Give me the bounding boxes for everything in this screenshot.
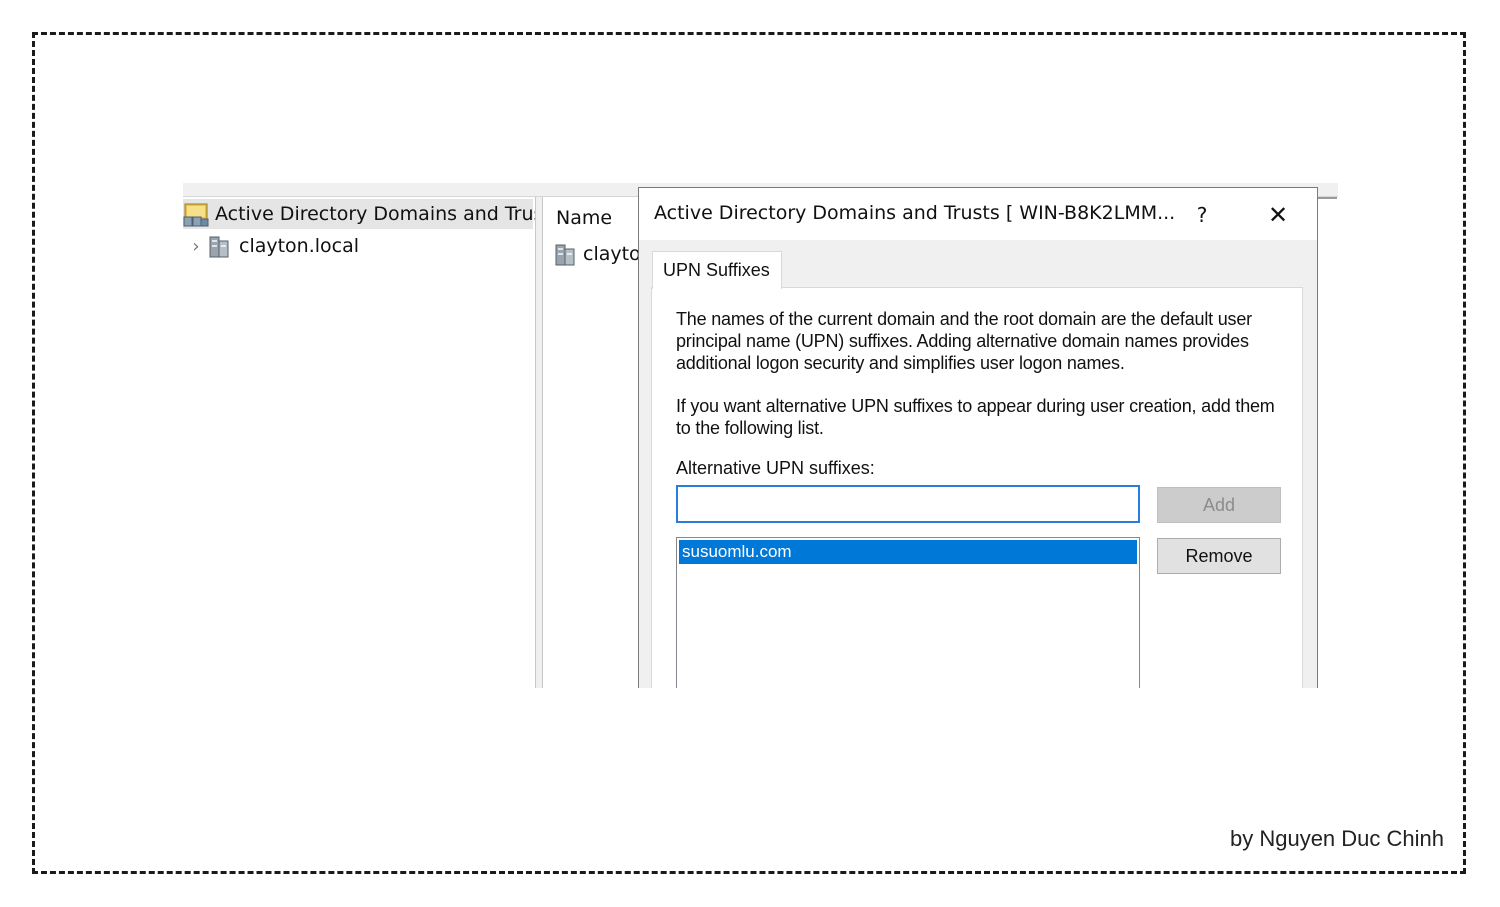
dialog-title: Active Directory Domains and Trusts [ WI… — [654, 202, 1176, 224]
domain-icon — [207, 233, 231, 259]
list-item[interactable]: clayto — [553, 241, 641, 267]
domain-icon — [553, 241, 577, 267]
suffix-input[interactable] — [676, 485, 1140, 523]
properties-dialog: Active Directory Domains and Trusts [ WI… — [638, 187, 1318, 688]
suffix-listbox[interactable]: susuomlu.com — [676, 537, 1140, 688]
window-edge — [1315, 197, 1337, 199]
tree-item-domain[interactable]: › clayton.local — [183, 231, 359, 261]
tab-label: UPN Suffixes — [663, 260, 770, 280]
close-button[interactable]: ✕ — [1255, 196, 1301, 234]
console-tree: Active Directory Domains and Trust › cla… — [183, 197, 551, 688]
tab-upn-suffixes[interactable]: UPN Suffixes — [652, 251, 782, 289]
description-text: The names of the current domain and the … — [676, 309, 1252, 373]
author-credit: by Nguyen Duc Chinh — [1229, 826, 1444, 851]
add-button[interactable]: Add — [1157, 487, 1281, 523]
remove-button[interactable]: Remove — [1157, 538, 1281, 574]
tree-child-label: clayton.local — [239, 235, 360, 257]
chevron-right-icon[interactable]: › — [185, 236, 207, 257]
mmc-window: Active Directory Domains and Trust › cla… — [183, 183, 1338, 688]
dialog-titlebar[interactable]: Active Directory Domains and Trusts [ WI… — [639, 188, 1317, 240]
help-button[interactable]: ? — [1182, 196, 1222, 234]
alternative-suffixes-label: Alternative UPN suffixes: — [676, 458, 875, 478]
pane-splitter[interactable] — [535, 197, 543, 688]
list-item-label: clayto — [583, 243, 641, 265]
list-item[interactable]: susuomlu.com — [679, 540, 1137, 564]
tree-root-label: Active Directory Domains and Trust — [215, 203, 551, 225]
domains-trusts-icon — [183, 201, 209, 227]
column-header-name[interactable]: Name — [556, 207, 612, 229]
tab-panel: The names of the current domain and the … — [651, 287, 1303, 688]
instruction-text: If you want alternative UPN suffixes to … — [676, 396, 1275, 438]
tree-item-root[interactable]: Active Directory Domains and Trust — [183, 199, 551, 229]
